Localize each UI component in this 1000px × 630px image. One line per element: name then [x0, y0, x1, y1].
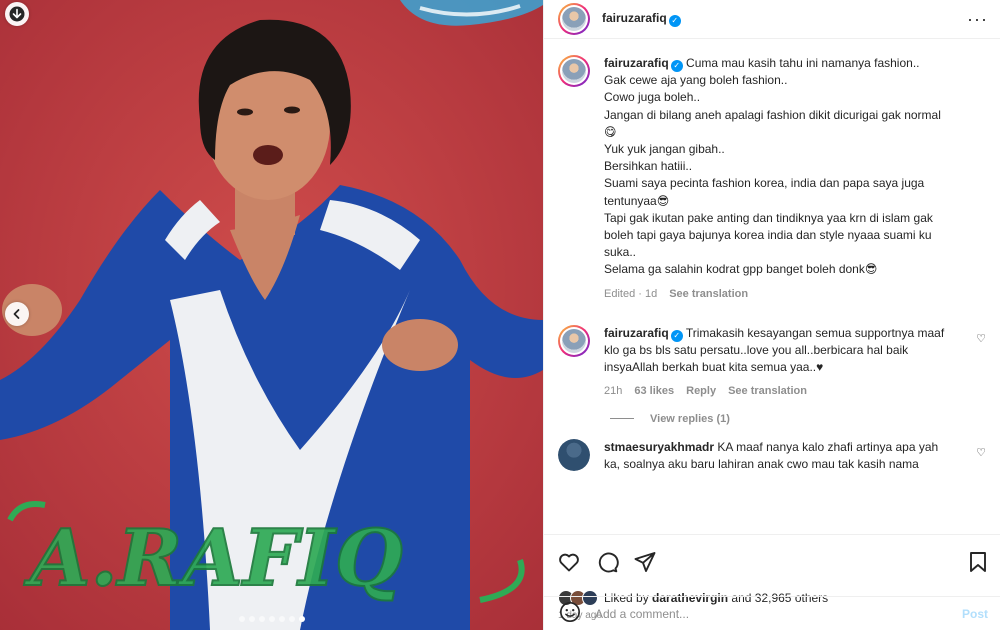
instagram-post-modal: A.RAFIQ fairuzarafiq ✓ ··· fairuzarafiq ✓ … [0, 0, 1000, 630]
verified-badge-icon: ✓ [670, 60, 683, 72]
post-caption: fairuzarafiq ✓ Cuma mau kasih tahu ini na… [558, 55, 988, 303]
share-icon[interactable] [633, 550, 657, 574]
commenter-avatar[interactable] [558, 324, 590, 357]
carousel-dot [268, 616, 275, 622]
caption-line: Jangan di bilang aneh apalagi fashion di… [604, 107, 941, 122]
caption-line: Suami saya pecinta fashion korea, india … [604, 176, 925, 191]
comment-item: stmaesuryakhmadr KA maaf nanya kalo zhaf… [558, 438, 988, 473]
heart-icon[interactable] [557, 550, 581, 574]
comment-like-heart-icon[interactable]: ♡ [976, 332, 986, 345]
caption-line: Selama ga salahin kodrat gpp banget bole… [604, 262, 878, 277]
caption-line: 😋 [604, 124, 617, 139]
emoji-icon[interactable] [559, 601, 581, 626]
add-comment-input[interactable] [595, 606, 962, 621]
comment-like-heart-icon[interactable]: ♡ [976, 446, 986, 459]
comment-line: KA maaf nanya kalo zhafi artinya apa yah [717, 439, 939, 454]
caption-edited-time: Edited · 1d [604, 287, 658, 300]
carousel-dot [238, 616, 245, 622]
caption-line: Bersihkan hatiii.. [604, 159, 693, 174]
post-media[interactable]: A.RAFIQ [0, 0, 543, 630]
post-actions-bar [544, 534, 1000, 588]
bookmark-icon[interactable] [966, 550, 990, 574]
caption-line: Cowo juga boleh.. [604, 90, 701, 105]
caption-line: tentunyaa😎 [604, 193, 670, 208]
view-replies-button[interactable]: View replies (1) [610, 413, 988, 425]
comments-section[interactable]: fairuzarafiq ✓ Cuma mau kasih tahu ini na… [544, 39, 1000, 534]
see-translation-link[interactable]: See translation [728, 383, 807, 400]
commenter-username[interactable]: stmaesuryakhmadr [604, 440, 714, 454]
carousel-dot [298, 616, 305, 622]
carousel-dot [278, 616, 285, 622]
previous-slide-button[interactable] [5, 302, 29, 326]
carousel-dots [0, 616, 543, 622]
chevron-left-icon [13, 309, 20, 319]
see-translation-link[interactable]: See translation [669, 286, 748, 303]
post-side-panel: fairuzarafiq ✓ ··· fairuzarafiq ✓ Cuma mau… [543, 0, 1000, 630]
poster-logo-text: A.RAFIQ [23, 513, 403, 604]
caption-line: suka.. [604, 245, 637, 260]
add-comment-bar: Post [544, 596, 1000, 630]
more-options-icon[interactable]: ··· [967, 10, 988, 28]
comment-line: ka, soalnya aku baru lahiran anak cwo ma… [604, 456, 919, 471]
caption-line: boleh tapi gaya bajunya korea india dan … [604, 228, 932, 243]
post-comment-button[interactable]: Post [962, 607, 988, 621]
reply-button[interactable]: Reply [686, 383, 716, 400]
caption-line: Gak cewe aja yang boleh fashion.. [604, 73, 788, 88]
author-avatar[interactable] [558, 3, 590, 35]
verified-badge-icon: ✓ [668, 15, 681, 27]
replies-divider [610, 418, 634, 420]
view-replies-label: View replies (1) [650, 412, 730, 425]
comment-likes-count[interactable]: 63 likes [634, 383, 674, 400]
commenter-avatar[interactable] [558, 438, 590, 471]
comment-line: insyaAllah berkah buat kita semua yaa..♥ [604, 360, 824, 375]
post-header: fairuzarafiq ✓ ··· [544, 0, 1000, 39]
comment-time[interactable]: 21h [604, 383, 622, 400]
comment-line: klo ga bs bls satu persatu..love you all… [604, 343, 909, 358]
download-icon[interactable] [5, 2, 29, 26]
verified-badge-icon: ✓ [670, 329, 683, 342]
comment-line: Trimakasih kesayangan semua supportnya m… [685, 325, 945, 340]
comment-icon[interactable] [595, 550, 619, 574]
caption-line: Cuma mau kasih tahu ini namanya fashion.… [686, 56, 920, 70]
caption-username[interactable]: fairuzarafiq [604, 56, 669, 70]
commenter-username[interactable]: fairuzarafiq [604, 326, 669, 340]
caption-line: Yuk yuk jangan gibah.. [604, 142, 725, 157]
carousel-dot [248, 616, 255, 622]
caption-line: Tapi gak ikutan pake anting dan tindikny… [604, 210, 933, 225]
author-username[interactable]: fairuzarafiq ✓ [602, 11, 681, 27]
caption-author-avatar[interactable] [558, 55, 590, 87]
comment-item: fairuzarafiq ✓ Trimakasih kesayangan semu… [558, 324, 988, 401]
poster-image: A.RAFIQ [0, 0, 543, 630]
carousel-dot [258, 616, 265, 622]
carousel-dot [288, 616, 295, 622]
